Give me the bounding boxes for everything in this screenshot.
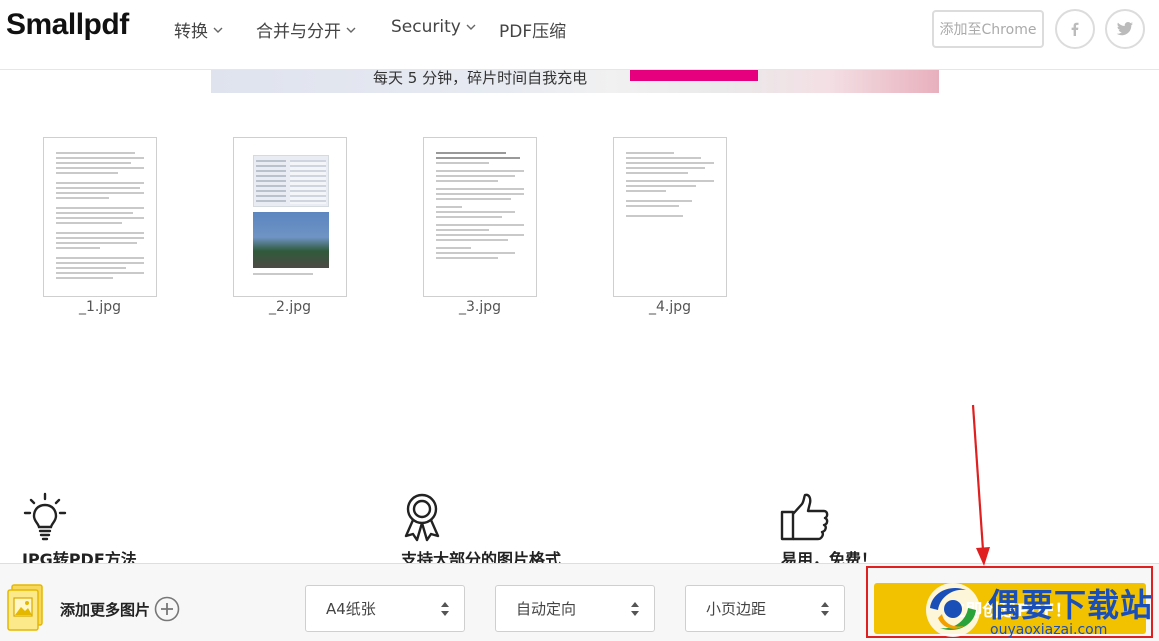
facebook-button[interactable]	[1055, 9, 1095, 49]
screenshot-image	[253, 155, 329, 207]
lightbulb-icon	[23, 492, 67, 541]
chevron-down-icon	[466, 24, 476, 30]
margin-select[interactable]: 小页边距	[685, 585, 845, 632]
nav-security[interactable]: Security	[391, 17, 477, 37]
nav-convert-label: 转换	[174, 22, 208, 42]
nav-pdf-compress-label: PDF压缩	[499, 22, 567, 42]
add-to-chrome-button[interactable]: 添加至Chrome	[932, 10, 1044, 48]
thumbnail-filename: _4.jpg	[648, 299, 692, 315]
watermark-url: ouyaoxiazai.com	[990, 622, 1108, 638]
text-lines	[626, 152, 714, 220]
select-arrows-icon	[821, 602, 829, 616]
ad-banner-text: 每天 5 分钟，碎片时间自我充电	[373, 70, 588, 87]
text-lines	[436, 152, 524, 262]
facebook-icon	[1071, 22, 1079, 36]
select-arrows-icon	[631, 602, 639, 616]
smallpdf-logo[interactable]: Smallpdf	[6, 8, 129, 42]
paper-size-value: A4纸张	[326, 600, 376, 618]
orientation-select[interactable]: 自动定向	[495, 585, 655, 632]
nav-merge-split-label: 合并与分开	[256, 22, 341, 42]
top-header: Smallpdf 转换 合并与分开 Security PDF压缩 添加至Chro…	[0, 0, 1159, 70]
select-arrows-icon	[441, 602, 449, 616]
add-circle-icon[interactable]	[154, 596, 180, 622]
orientation-value: 自动定向	[516, 600, 577, 618]
red-arrow-annotation	[971, 404, 990, 566]
photo-image	[253, 212, 329, 268]
thumbnail-filename: _1.jpg	[78, 299, 122, 315]
ad-banner[interactable]: 每天 5 分钟，碎片时间自我充电	[211, 70, 939, 93]
ad-banner-accent	[630, 70, 758, 81]
thumbnail-filename: _3.jpg	[458, 299, 502, 315]
chevron-down-icon	[213, 27, 223, 33]
nav-merge-split[interactable]: 合并与分开	[256, 17, 357, 42]
page-thumbnail[interactable]	[423, 137, 537, 297]
chevron-down-icon	[346, 27, 356, 33]
page: Smallpdf 转换 合并与分开 Security PDF压缩 添加至Chro…	[0, 0, 1159, 641]
thumbs-up-icon	[780, 493, 829, 541]
page-thumbnail[interactable]	[43, 137, 157, 297]
nav-pdf-compress[interactable]: PDF压缩	[499, 17, 566, 42]
paper-size-select[interactable]: A4纸张	[305, 585, 465, 632]
add-more-images-label[interactable]: 添加更多图片	[60, 599, 150, 620]
watermark-logo-icon	[926, 583, 980, 637]
page-thumbnail[interactable]	[233, 137, 347, 297]
ribbon-icon	[404, 493, 440, 542]
watermark-title: 偶要下载站	[988, 586, 1154, 624]
text-lines	[56, 152, 144, 282]
margin-value: 小页边距	[706, 600, 767, 618]
page-thumbnail[interactable]	[613, 137, 727, 297]
nav-security-label: Security	[391, 17, 461, 37]
image-file-icon[interactable]	[6, 583, 46, 633]
twitter-icon	[1116, 22, 1133, 36]
thumbnail-filename: _2.jpg	[268, 299, 312, 315]
twitter-button[interactable]	[1105, 9, 1145, 49]
nav-convert[interactable]: 转换	[174, 17, 224, 42]
